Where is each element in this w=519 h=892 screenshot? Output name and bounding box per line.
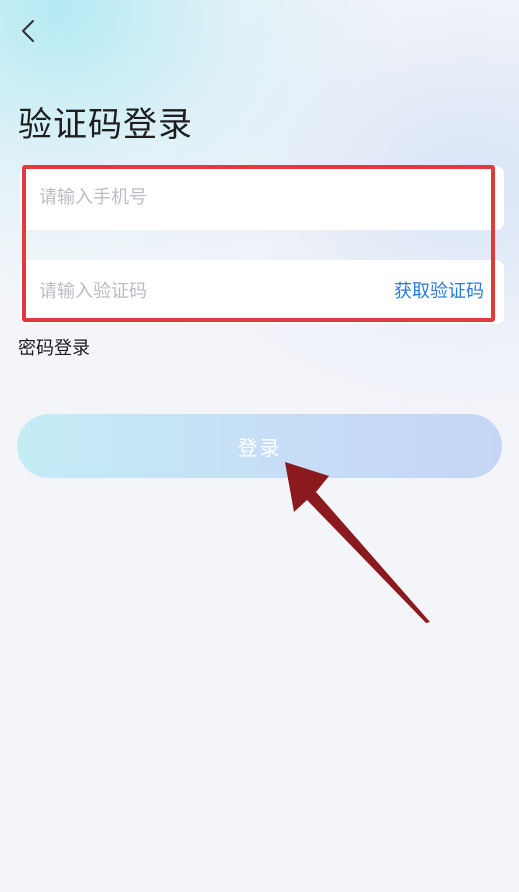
login-button-label: 登录	[237, 435, 282, 460]
password-login-link[interactable]: 密码登录	[18, 336, 90, 362]
login-button[interactable]: 登录	[17, 414, 502, 478]
chevron-left-icon	[22, 20, 34, 42]
phone-field[interactable]: 请输入手机号	[20, 166, 504, 230]
code-placeholder: 请输入验证码	[39, 281, 147, 302]
get-code-button[interactable]: 获取验证码	[394, 279, 484, 305]
back-button[interactable]	[12, 14, 44, 48]
code-field[interactable]: 请输入验证码 获取验证码	[20, 260, 504, 324]
page-title: 验证码登录	[18, 105, 193, 145]
phone-placeholder: 请输入手机号	[39, 187, 147, 208]
